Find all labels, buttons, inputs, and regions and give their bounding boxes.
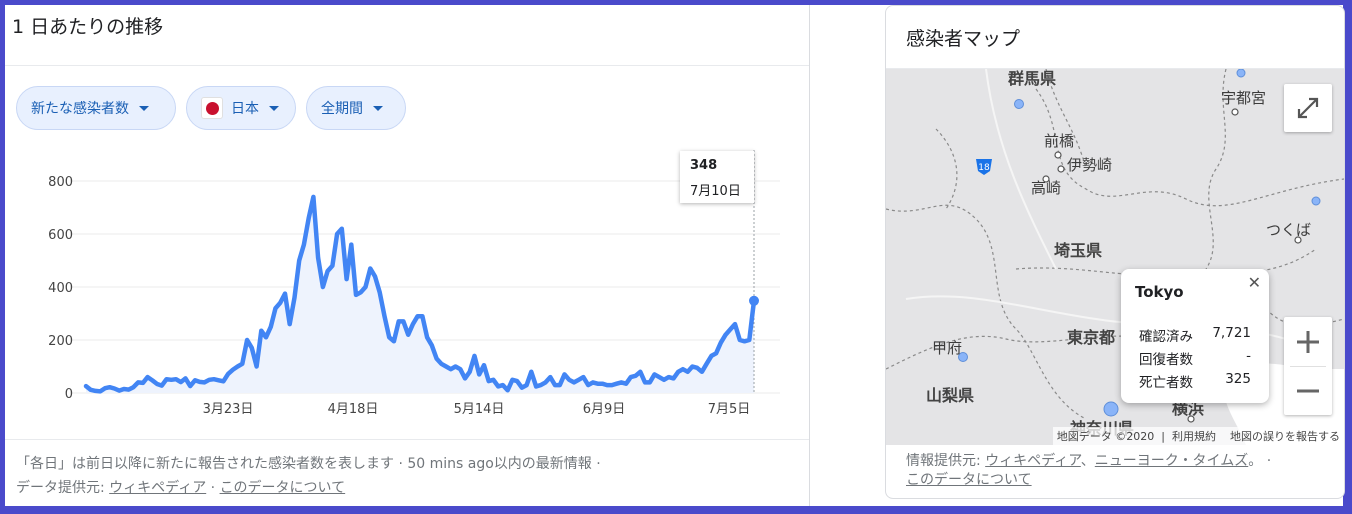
about-data-link[interactable]: このデータについて: [220, 480, 346, 496]
expand-icon: [1297, 97, 1319, 119]
x-tick-label: 6月9日: [583, 402, 626, 417]
close-icon[interactable]: ✕: [1248, 273, 1261, 292]
popup-row-label: 確認済み: [1139, 329, 1193, 345]
chart-footer: 「各日」は前日以降に新たに報告された感染者数を表します · 50 mins ag…: [16, 452, 796, 500]
map-label-yamanashi: 山梨県: [926, 386, 975, 405]
plus-icon: [1297, 331, 1319, 353]
dropdown-arrow-icon: [139, 105, 149, 111]
case-map[interactable]: 18 群馬県 宇都宮 前橋 伊勢崎 高崎 つくば 埼玉県 東京都 東京 甲府 山…: [886, 69, 1344, 445]
x-tick-label: 5月14日: [454, 402, 505, 417]
series-area: [86, 196, 754, 393]
fullscreen-button[interactable]: [1284, 84, 1332, 132]
popup-row-label: 死亡者数: [1139, 375, 1193, 391]
zoom-in-button[interactable]: [1284, 317, 1332, 366]
region-selector-label: 日本: [231, 101, 259, 117]
footer-separator: ·: [210, 480, 216, 496]
tooltip-value: 348: [690, 158, 718, 173]
about-data-link[interactable]: このデータについて: [906, 472, 1032, 488]
popup-row-value: 325: [1225, 371, 1251, 387]
map-label-maebashi: 前橋: [1044, 132, 1075, 150]
region-selector[interactable]: 日本: [186, 86, 296, 130]
popup-row-value: -: [1246, 348, 1251, 364]
japan-flag-icon: [201, 97, 223, 119]
period-selector[interactable]: 全期間: [306, 86, 406, 130]
report-error-link[interactable]: 地図の誤りを報告する: [1230, 430, 1340, 443]
popup-row: 確認済み 7,721: [1139, 325, 1251, 345]
map-attribution: 地図データ ©2020 | 利用規約 地図の誤りを報告する: [1052, 427, 1344, 445]
zoom-out-button[interactable]: [1284, 367, 1332, 415]
map-label-kofu: 甲府: [932, 339, 963, 357]
region-info-popup: ✕ Tokyo 確認済み 7,721 回復者数 - 死亡者数 325: [1121, 269, 1269, 403]
period-selector-label: 全期間: [321, 101, 363, 117]
footer-note: 「各日」は前日以降に新たに報告された感染者数を表します · 50 mins ag…: [16, 456, 601, 472]
dropdown-arrow-icon: [269, 105, 279, 111]
source-prefix: データ提供元:: [16, 480, 105, 496]
source-link-wikipedia[interactable]: ウィキペディア: [985, 453, 1081, 469]
panel-title: 1 日あたりの推移: [12, 16, 164, 38]
minus-icon: [1297, 389, 1319, 393]
zoom-controls: [1284, 317, 1332, 415]
map-footer: 情報提供元: ウィキペディア、ニューヨーク・タイムズ。 · このデータについて: [906, 452, 1326, 490]
footer-end: 。: [1248, 453, 1263, 469]
x-tick-label: 4月18日: [328, 402, 379, 417]
y-tick-label: 0: [65, 387, 73, 402]
map-label-saitama: 埼玉県: [1054, 241, 1103, 260]
map-label-utsunomiya: 宇都宮: [1221, 89, 1267, 107]
y-tick-label: 600: [48, 228, 73, 243]
y-tick-label: 800: [48, 175, 73, 190]
map-data-credit: 地図データ ©2020: [1056, 430, 1155, 443]
source-link-nytimes[interactable]: ニューヨーク・タイムズ: [1095, 453, 1248, 469]
popup-row-label: 回復者数: [1139, 352, 1193, 368]
divider: [5, 65, 809, 66]
source-prefix: 情報提供元:: [906, 453, 981, 469]
footer-dot: ·: [1266, 453, 1272, 469]
route-number: 18: [978, 163, 990, 173]
popup-row-value: 7,721: [1212, 325, 1251, 341]
source-link-wikipedia[interactable]: ウィキペディア: [109, 480, 206, 496]
metric-selector-label: 新たな感染者数: [31, 101, 129, 117]
card-title: 感染者マップ: [906, 28, 1021, 50]
metric-selector[interactable]: 新たな感染者数: [16, 86, 176, 130]
popup-region-name: Tokyo: [1135, 283, 1184, 301]
terms-link[interactable]: 利用規約: [1172, 430, 1216, 443]
footer-separator: 、: [1080, 453, 1095, 469]
popup-row: 死亡者数 325: [1139, 371, 1251, 391]
map-label-tsukuba: つくば: [1266, 221, 1312, 239]
map-label-takasaki: 高崎: [1031, 179, 1062, 197]
map-label-gunma: 群馬県: [1008, 69, 1057, 88]
divider: [5, 439, 809, 440]
case-map-card: 感染者マップ 18 群馬県 宇都宮 前橋 伊勢崎 高崎 つくば 埼玉県 東京都 …: [885, 5, 1345, 499]
data-point: [749, 295, 759, 306]
y-tick-label: 200: [48, 334, 73, 349]
dropdown-arrow-icon: [373, 105, 383, 111]
chart-tooltip: 348 7月10日: [680, 151, 754, 203]
tooltip-date: 7月10日: [690, 184, 741, 199]
popup-row: 回復者数 -: [1139, 348, 1251, 368]
map-label-tokyo-pref: 東京都: [1067, 328, 1116, 347]
map-label-isesaki: 伊勢崎: [1067, 156, 1113, 174]
x-tick-label: 7月5日: [708, 402, 751, 417]
x-tick-label: 3月23日: [203, 402, 254, 417]
y-tick-label: 400: [48, 281, 73, 296]
